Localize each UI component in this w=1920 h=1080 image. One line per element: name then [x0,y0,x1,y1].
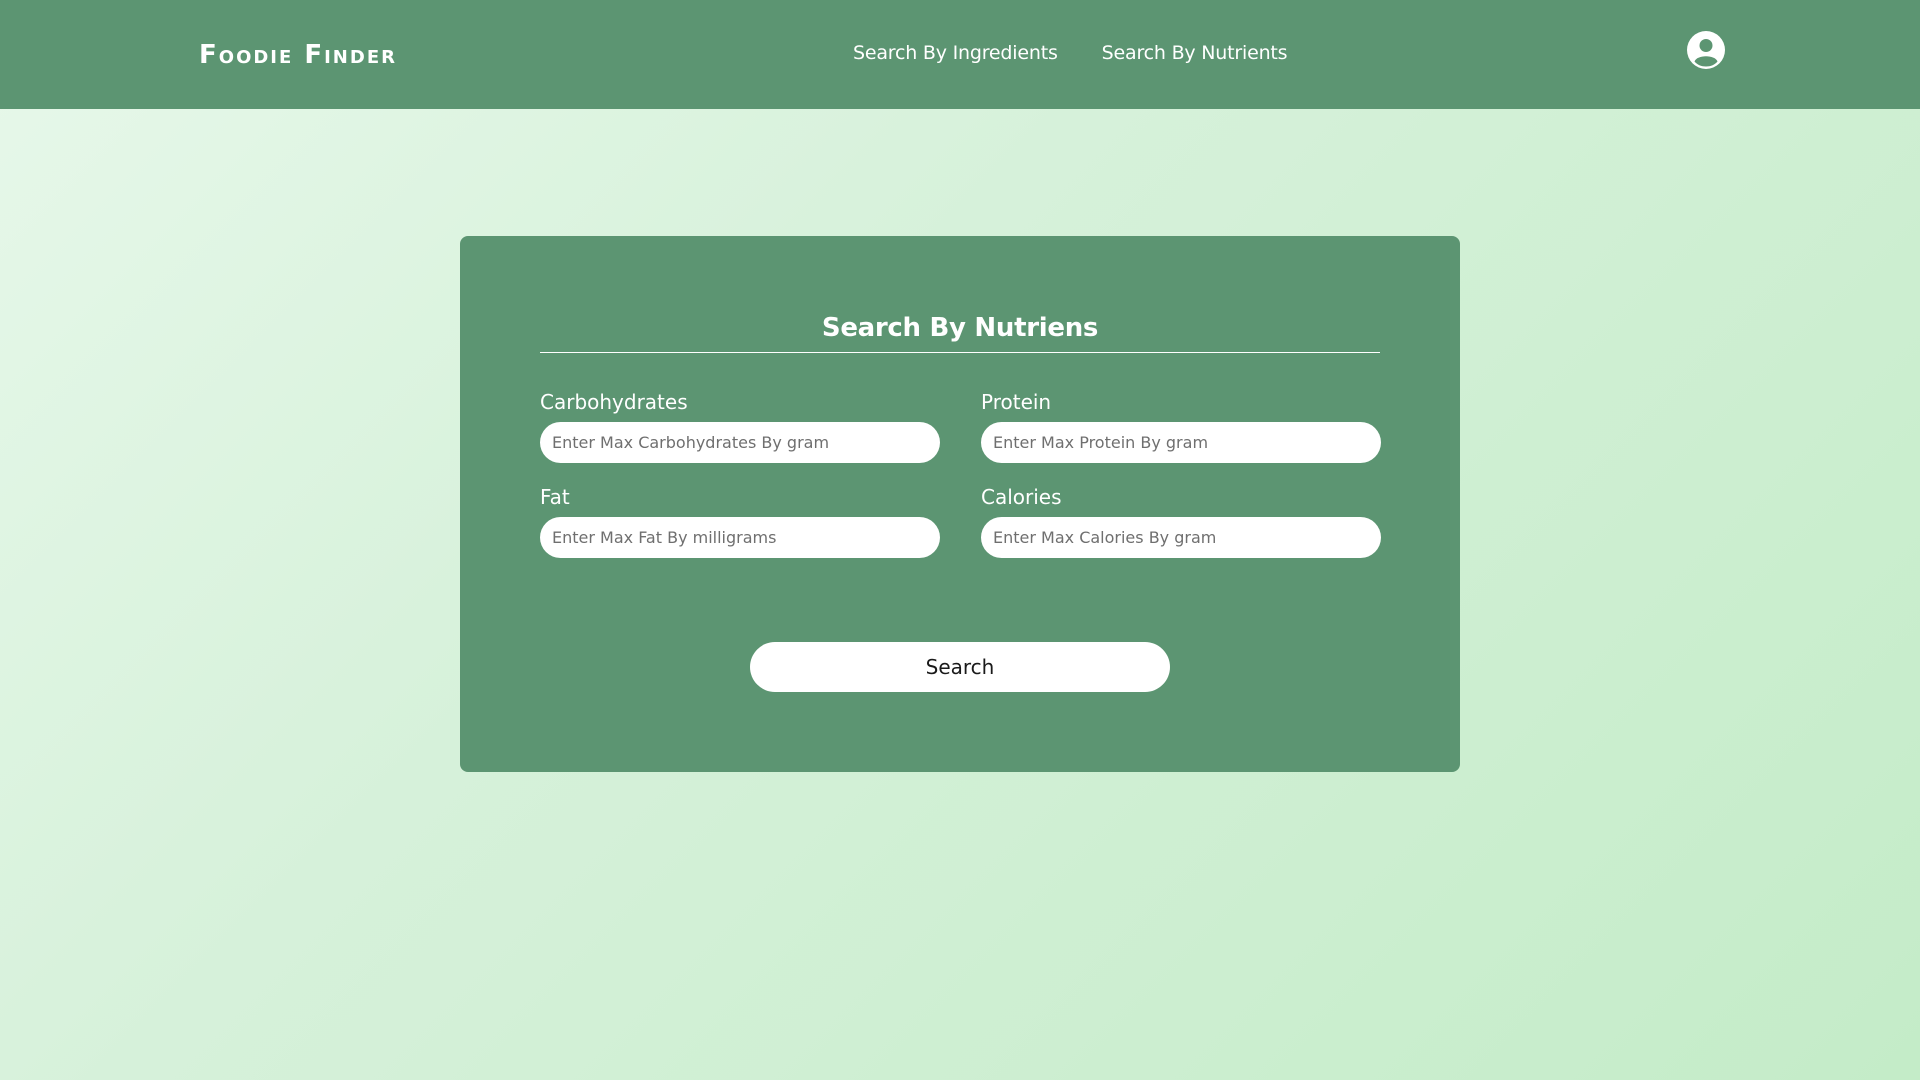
title-divider [540,352,1380,353]
calories-input[interactable] [981,517,1381,558]
fat-input[interactable] [540,517,940,558]
protein-label: Protein [981,390,1052,414]
nav-search-by-nutrients[interactable]: Search By Nutrients [1102,42,1288,64]
fat-label: Fat [540,485,570,509]
nutrient-search-card: Search By Nutriens Carbohydrates Protein… [460,236,1460,772]
calories-label: Calories [981,485,1062,509]
protein-input[interactable] [981,422,1381,463]
user-circle-icon[interactable] [1687,31,1725,69]
search-button[interactable]: Search [750,642,1170,692]
nav-search-by-ingredients[interactable]: Search By Ingredients [853,42,1058,64]
top-navbar: Foodie Finder Search By Ingredients Sear… [0,0,1920,109]
brand-logo[interactable]: Foodie Finder [199,40,397,70]
carbohydrates-input[interactable] [540,422,940,463]
carbohydrates-label: Carbohydrates [540,390,688,414]
form-title: Search By Nutriens [821,313,1099,343]
main-nav: Search By Ingredients Search By Nutrient… [853,42,1288,64]
